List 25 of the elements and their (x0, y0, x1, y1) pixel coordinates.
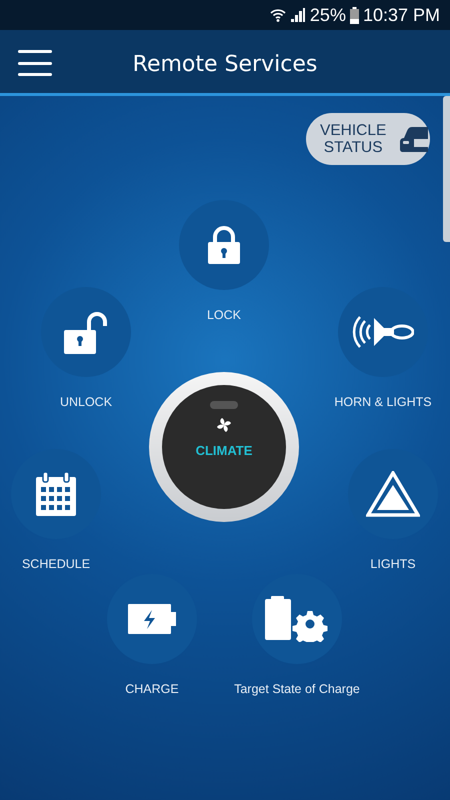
calendar-icon (35, 472, 77, 516)
menu-button[interactable] (18, 50, 52, 76)
service-label: Target State of Charge (234, 681, 360, 698)
service-label: LIGHTS (370, 556, 416, 573)
indicator-bar (210, 401, 238, 409)
lock-icon (207, 226, 241, 264)
page-title: Remote Services (132, 51, 318, 79)
clock: 10:37 PM (362, 4, 440, 26)
battery-charge-icon (128, 604, 176, 634)
battery-icon (350, 6, 359, 24)
battery-percent: 25% (310, 4, 346, 26)
climate-button[interactable]: CLIMATE (149, 372, 299, 522)
vehicle-status-button[interactable]: VEHICLE STATUS (306, 113, 430, 165)
service-label: CHARGE (125, 681, 179, 698)
service-label: UNLOCK (60, 394, 112, 411)
service-label: SCHEDULE (22, 556, 90, 573)
hazard-triangle-icon (366, 471, 420, 517)
unlock-icon (63, 310, 109, 354)
wifi-icon (270, 7, 286, 23)
service-label: HORN & LIGHTS (334, 394, 432, 411)
climate-label: CLIMATE (196, 442, 252, 460)
signal-icon (290, 7, 306, 23)
service-label: LOCK (206, 307, 242, 324)
battery-gear-icon (265, 596, 329, 642)
fan-icon (216, 417, 232, 433)
